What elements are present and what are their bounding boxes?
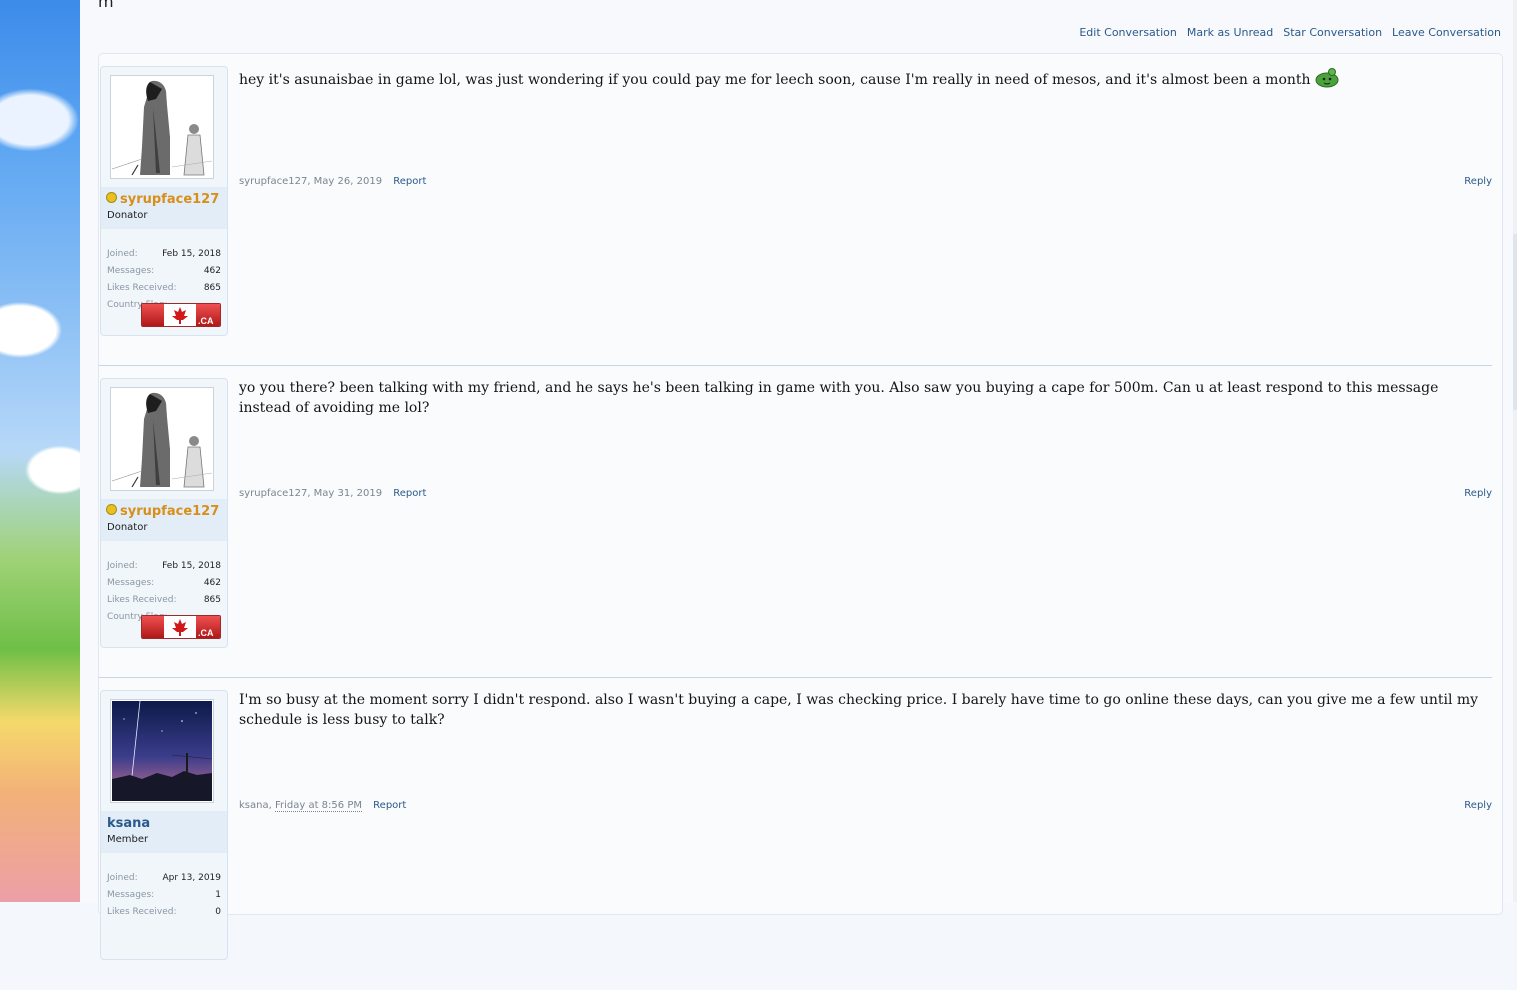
username-link[interactable]: syrupface127 xyxy=(106,192,219,207)
edit-conversation-link[interactable]: Edit Conversation xyxy=(1079,26,1177,39)
stat-likes-received: Likes Received: 865 xyxy=(107,595,221,605)
avatar[interactable] xyxy=(110,699,214,803)
user-title: Member xyxy=(107,834,149,845)
user-name-band: ksana Member xyxy=(101,811,227,853)
report-link[interactable]: Report xyxy=(373,800,406,811)
background-decoration xyxy=(0,0,80,902)
message-date[interactable]: May 26, 2019 xyxy=(314,176,382,187)
message: ksana Member Joined: Apr 13, 2019 Message… xyxy=(99,678,1502,990)
user-info-panel: syrupface127 Donator Joined: Feb 15, 2018… xyxy=(100,66,228,336)
stat-joined: Joined: Apr 13, 2019 xyxy=(107,873,221,883)
meta-author-link[interactable]: syrupface127 xyxy=(239,176,307,187)
stat-messages: Messages: 462 xyxy=(107,266,221,276)
stat-joined: Joined: Feb 15, 2018 xyxy=(107,249,221,259)
user-name-band: syrupface127 Donator xyxy=(101,187,227,229)
message-text: yo you there? been talking with my frien… xyxy=(239,380,1439,416)
page-title-fragment: m xyxy=(98,0,114,11)
message-meta: syrupface127, May 26, 2019 Report Reply xyxy=(239,176,1492,187)
message: syrupface127 Donator Joined: Feb 15, 2018… xyxy=(99,54,1502,366)
avatar[interactable] xyxy=(110,387,214,491)
stat-likes-received: Likes Received: 0 xyxy=(107,907,221,917)
message-meta: ksana, Friday at 8:56 PM Report Reply xyxy=(239,800,1492,812)
flag-label: .CA xyxy=(198,316,214,326)
message-meta: syrupface127, May 31, 2019 Report Reply xyxy=(239,488,1492,499)
conversation-actions: Edit Conversation Mark as Unread Star Co… xyxy=(1079,26,1501,39)
stat-likes-received: Likes Received: 865 xyxy=(107,283,221,293)
canada-flag-icon[interactable]: .CA xyxy=(141,303,221,327)
username-link[interactable]: syrupface127 xyxy=(106,504,219,519)
meta-author-link[interactable]: syrupface127 xyxy=(239,488,307,499)
mark-as-unread-link[interactable]: Mark as Unread xyxy=(1187,26,1273,39)
online-status-icon xyxy=(106,192,117,203)
green-blob-smiley-icon xyxy=(1315,66,1339,88)
canada-flag-icon[interactable]: .CA xyxy=(141,615,221,639)
message-text: hey it's asunaisbae in game lol, was jus… xyxy=(239,66,1492,90)
message: syrupface127 Donator Joined: Feb 15, 2018… xyxy=(99,366,1502,678)
message-text: I'm so busy at the moment sorry I didn't… xyxy=(239,692,1479,728)
report-link[interactable]: Report xyxy=(393,176,426,187)
user-name-band: syrupface127 Donator xyxy=(101,499,227,541)
username-link[interactable]: ksana xyxy=(107,816,150,831)
star-conversation-link[interactable]: Star Conversation xyxy=(1283,26,1382,39)
flag-label: .CA xyxy=(198,628,214,638)
meta-author-link[interactable]: ksana xyxy=(239,800,269,811)
avatar[interactable] xyxy=(110,75,214,179)
message-date[interactable]: May 31, 2019 xyxy=(314,488,382,499)
reply-link[interactable]: Reply xyxy=(1464,800,1492,811)
stat-joined: Joined: Feb 15, 2018 xyxy=(107,561,221,571)
reply-link[interactable]: Reply xyxy=(1464,176,1492,187)
main-content: m Edit Conversation Mark as Unread Star … xyxy=(80,0,1517,960)
user-stats: Joined: Apr 13, 2019 Messages: 1 Likes Rec… xyxy=(107,870,221,921)
user-title: Donator xyxy=(107,522,148,533)
message-list: syrupface127 Donator Joined: Feb 15, 2018… xyxy=(98,53,1503,960)
scrollbar-thumb[interactable] xyxy=(1513,234,1517,410)
stat-messages: Messages: 462 xyxy=(107,578,221,588)
page-scrollbar[interactable] xyxy=(1513,0,1517,902)
stat-messages: Messages: 1 xyxy=(107,890,221,900)
report-link[interactable]: Report xyxy=(393,488,426,499)
message-date[interactable]: Friday at 8:56 PM xyxy=(274,800,362,812)
reply-link[interactable]: Reply xyxy=(1464,488,1492,499)
user-info-panel: syrupface127 Donator Joined: Feb 15, 2018… xyxy=(100,378,228,648)
leave-conversation-link[interactable]: Leave Conversation xyxy=(1392,26,1501,39)
online-status-icon xyxy=(106,504,117,515)
user-info-panel: ksana Member Joined: Apr 13, 2019 Message… xyxy=(100,690,228,960)
user-title: Donator xyxy=(107,210,148,221)
